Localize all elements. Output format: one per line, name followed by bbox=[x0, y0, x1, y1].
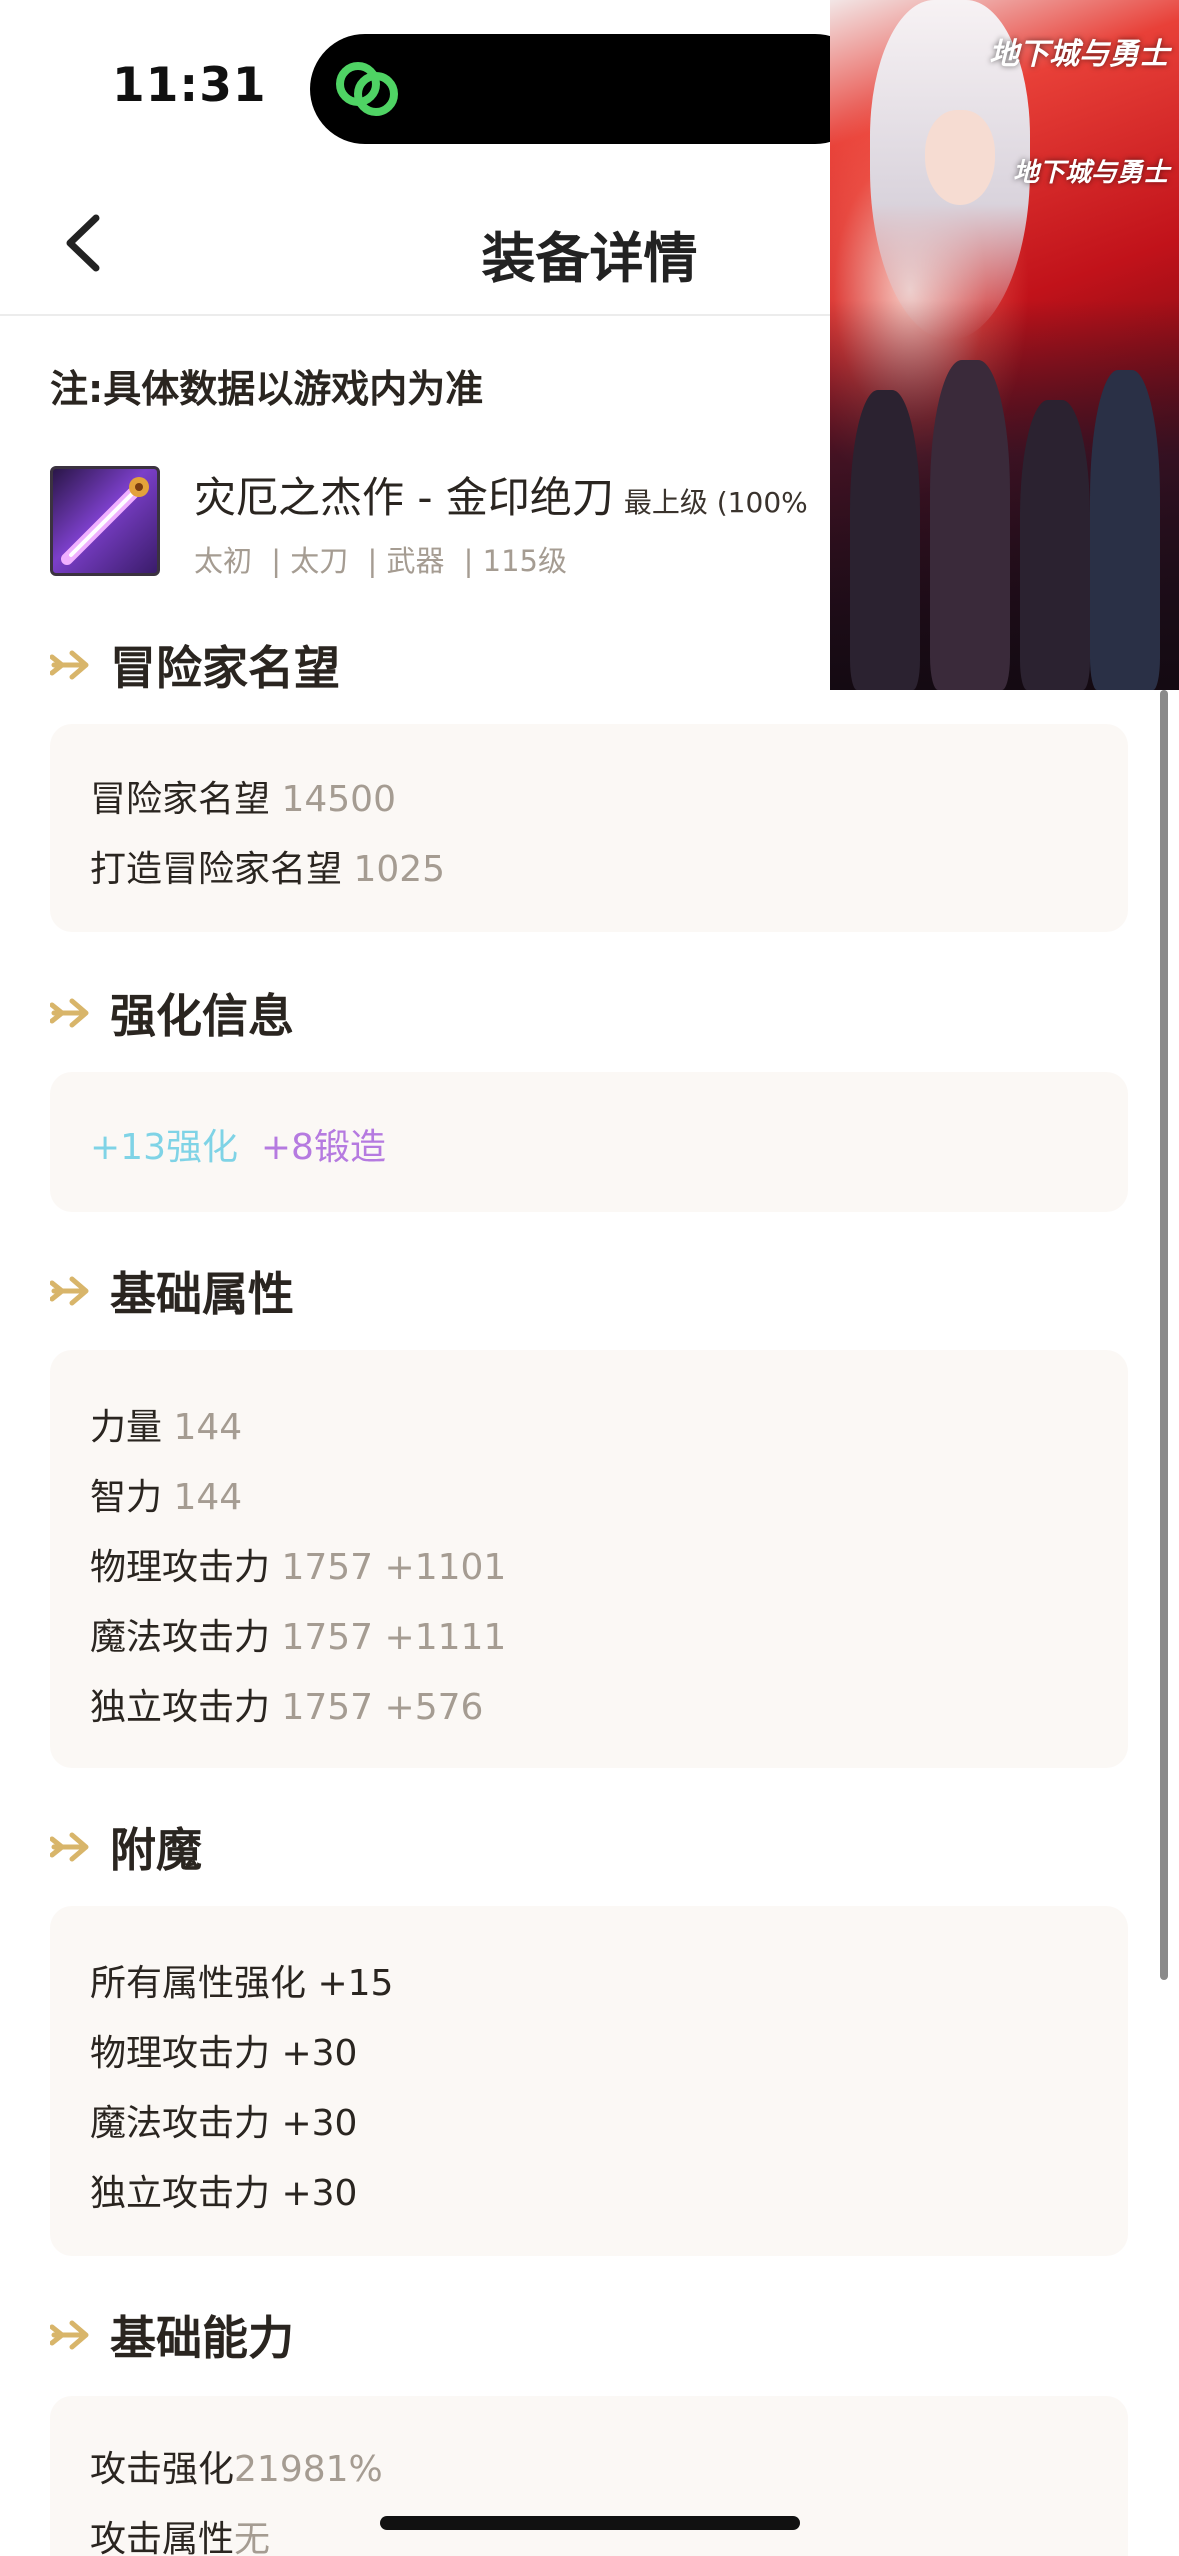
pip-figure bbox=[1090, 370, 1160, 690]
section-title-enchant: 附魔 bbox=[50, 1814, 202, 1880]
enhance-row: +13强化 +8锻造 bbox=[90, 1118, 386, 1170]
item-tag-type: | 太刀 bbox=[271, 544, 349, 578]
base-attributes-card: 力量 144 智力 144 物理攻击力 1757 +1101 魔法攻击力 175… bbox=[50, 1350, 1128, 1768]
item-tag-slot: | 武器 bbox=[367, 544, 445, 578]
section-title-text: 强化信息 bbox=[110, 989, 294, 1043]
crafted-reputation-row: 打造冒险家名望 1025 bbox=[90, 840, 445, 892]
arrow-right-icon bbox=[50, 1832, 89, 1862]
row-label: 打造冒险家名望 bbox=[90, 849, 343, 890]
row-label: 力量 bbox=[90, 1407, 163, 1448]
row-value: 144 bbox=[173, 1407, 243, 1448]
item-tag-level: | 115级 bbox=[463, 544, 568, 578]
pip-characters-group bbox=[830, 300, 1179, 690]
row-value: 14500 bbox=[281, 779, 396, 820]
forge-value: +8锻造 bbox=[260, 1127, 386, 1168]
section-title-text: 基础属性 bbox=[110, 1267, 294, 1321]
item-icon bbox=[50, 466, 160, 576]
status-time: 11:31 bbox=[112, 58, 267, 113]
item-grade: 最上级 (100% bbox=[623, 486, 808, 519]
item-name: 灾厄之杰作 - 金印绝刀 最上级 (100% bbox=[194, 464, 808, 525]
picture-in-picture-video[interactable]: 地下城与勇士 地下城与勇士 bbox=[830, 0, 1179, 690]
scrollbar[interactable] bbox=[1160, 690, 1168, 1980]
row-label: 冒险家名望 bbox=[90, 779, 271, 820]
attr-row-intelligence: 智力 144 bbox=[90, 1468, 242, 1520]
section-title-text: 冒险家名望 bbox=[110, 641, 340, 695]
row-value: 1757 +1111 bbox=[281, 1617, 507, 1658]
section-title-enhance: 强化信息 bbox=[50, 980, 294, 1046]
attr-row-independent-attack: 独立攻击力 1757 +576 bbox=[90, 1678, 483, 1730]
equipment-detail-screen: 11:31 装备详情 注:具体数据以游戏内为准 灾厄之杰作 - 金印绝刀 最上级 … bbox=[0, 0, 1179, 2556]
enchant-card: 所有属性强化 +15 物理攻击力 +30 魔法攻击力 +30 独立攻击力 +30 bbox=[50, 1906, 1128, 2256]
attr-row-physical-attack: 物理攻击力 1757 +1101 bbox=[90, 1538, 506, 1590]
item-name-text: 灾厄之杰作 - 金印绝刀 bbox=[194, 473, 614, 522]
row-value: 1025 bbox=[353, 849, 446, 890]
reputation-card: 冒险家名望 14500 打造冒险家名望 1025 bbox=[50, 724, 1128, 932]
row-value: 1757 +1101 bbox=[281, 1547, 507, 1588]
arrow-right-icon bbox=[50, 998, 89, 1028]
pip-figure bbox=[1020, 400, 1090, 690]
base-ability-card: 攻击强化21981% 攻击属性无 bbox=[50, 2396, 1128, 2556]
pip-figure bbox=[850, 390, 920, 690]
pip-game-logo: 地下城与勇士 bbox=[989, 37, 1169, 72]
arrow-right-icon bbox=[50, 650, 89, 680]
enchant-row: 魔法攻击力 +30 bbox=[90, 2103, 358, 2144]
enhance-card: +13强化 +8锻造 bbox=[50, 1072, 1128, 1212]
pip-figure bbox=[930, 360, 1010, 690]
arrow-right-icon bbox=[50, 2320, 89, 2350]
enchant-row: 物理攻击力 +30 bbox=[90, 2033, 358, 2074]
attr-row-magic-attack: 魔法攻击力 1757 +1111 bbox=[90, 1608, 506, 1660]
reinforce-value: +13强化 bbox=[90, 1127, 238, 1168]
dynamic-island bbox=[310, 34, 870, 144]
home-indicator[interactable] bbox=[380, 2516, 800, 2530]
reputation-row: 冒险家名望 14500 bbox=[90, 770, 396, 822]
arrow-right-icon bbox=[50, 1276, 89, 1306]
section-title-base-attributes: 基础属性 bbox=[50, 1258, 294, 1324]
row-value: 144 bbox=[173, 1477, 243, 1518]
row-label: 攻击属性 bbox=[90, 2519, 235, 2556]
pip-character-face bbox=[925, 110, 995, 205]
row-label: 智力 bbox=[90, 1477, 163, 1518]
section-title-reputation: 冒险家名望 bbox=[50, 632, 340, 698]
row-value: 1757 +576 bbox=[281, 1687, 484, 1728]
row-value: 21981% bbox=[234, 2449, 383, 2490]
ability-row-attack-enhance: 攻击强化21981% bbox=[90, 2440, 383, 2492]
row-label: 独立攻击力 bbox=[90, 1687, 271, 1728]
disclaimer-note: 注:具体数据以游戏内为准 bbox=[50, 367, 484, 411]
enchant-row: 所有属性强化 +15 bbox=[90, 1963, 394, 2004]
pip-game-logo-secondary: 地下城与勇士 bbox=[1012, 158, 1169, 188]
item-tags: 太初 | 太刀 | 武器 | 115级 bbox=[194, 538, 577, 580]
row-label: 魔法攻击力 bbox=[90, 1617, 271, 1658]
item-tag-rarity: 太初 bbox=[194, 544, 253, 578]
ability-row-attack-element: 攻击属性无 bbox=[90, 2510, 270, 2556]
attr-row-strength: 力量 144 bbox=[90, 1398, 242, 1450]
blade-icon bbox=[61, 477, 149, 565]
row-label: 物理攻击力 bbox=[90, 1547, 271, 1588]
enchant-row: 独立攻击力 +30 bbox=[90, 2173, 358, 2214]
row-value: 无 bbox=[234, 2519, 271, 2556]
link-app-icon bbox=[336, 62, 398, 116]
section-title-text: 基础能力 bbox=[110, 2311, 294, 2365]
section-title-base-ability: 基础能力 bbox=[50, 2302, 294, 2368]
row-label: 攻击强化 bbox=[90, 2449, 235, 2490]
section-title-text: 附魔 bbox=[110, 1823, 202, 1877]
